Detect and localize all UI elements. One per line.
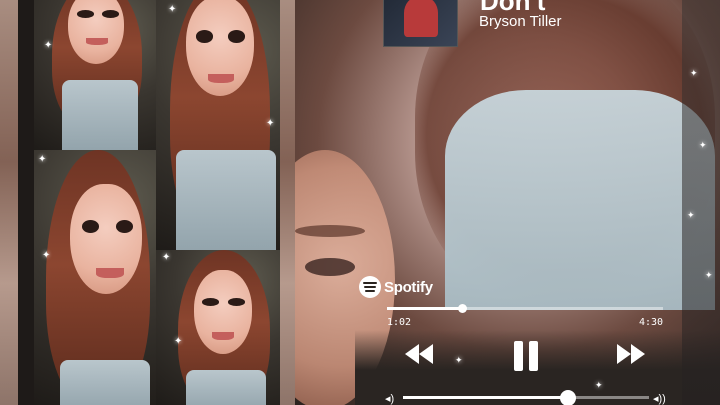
collage-edge-left	[0, 0, 18, 405]
volume-knob[interactable]	[559, 390, 576, 405]
volume-slider[interactable]	[403, 390, 649, 405]
volume-low-icon[interactable]: ◂)	[385, 392, 394, 405]
rewind-button[interactable]	[405, 344, 435, 366]
collage-edge-right	[280, 0, 295, 405]
progress-knob[interactable]	[457, 304, 467, 313]
spotify-logo: Spotify	[359, 276, 433, 298]
volume-high-icon[interactable]: ◂))	[653, 392, 666, 405]
photo-collage: ✦ ✦ ✦ ✦ ✦ ✦ ✦	[0, 0, 295, 405]
pause-button[interactable]	[514, 341, 538, 371]
fast-forward-button[interactable]	[617, 344, 647, 366]
spotify-icon	[359, 276, 381, 298]
collage-photo: ✦ ✦	[156, 250, 280, 405]
spotify-wordmark: Spotify	[384, 278, 433, 296]
music-player-panel: ✦ ✦ ✦ ✦ ✦ ✦ Don't Bryson Tiller Spotify …	[295, 0, 720, 405]
rewind-icon	[405, 344, 419, 364]
fast-forward-icon	[617, 344, 631, 364]
pause-icon	[514, 341, 523, 371]
elapsed-time: 1:02	[387, 317, 412, 328]
collage-photo: ✦ ✦	[34, 150, 156, 405]
total-time: 4:30	[639, 317, 664, 328]
progress-bar[interactable]	[387, 304, 663, 313]
artist-name: Bryson Tiller	[479, 13, 562, 30]
collage-photo: ✦	[34, 0, 156, 150]
collage-photo: ✦ ✦	[156, 0, 280, 250]
album-cover[interactable]	[383, 0, 458, 47]
